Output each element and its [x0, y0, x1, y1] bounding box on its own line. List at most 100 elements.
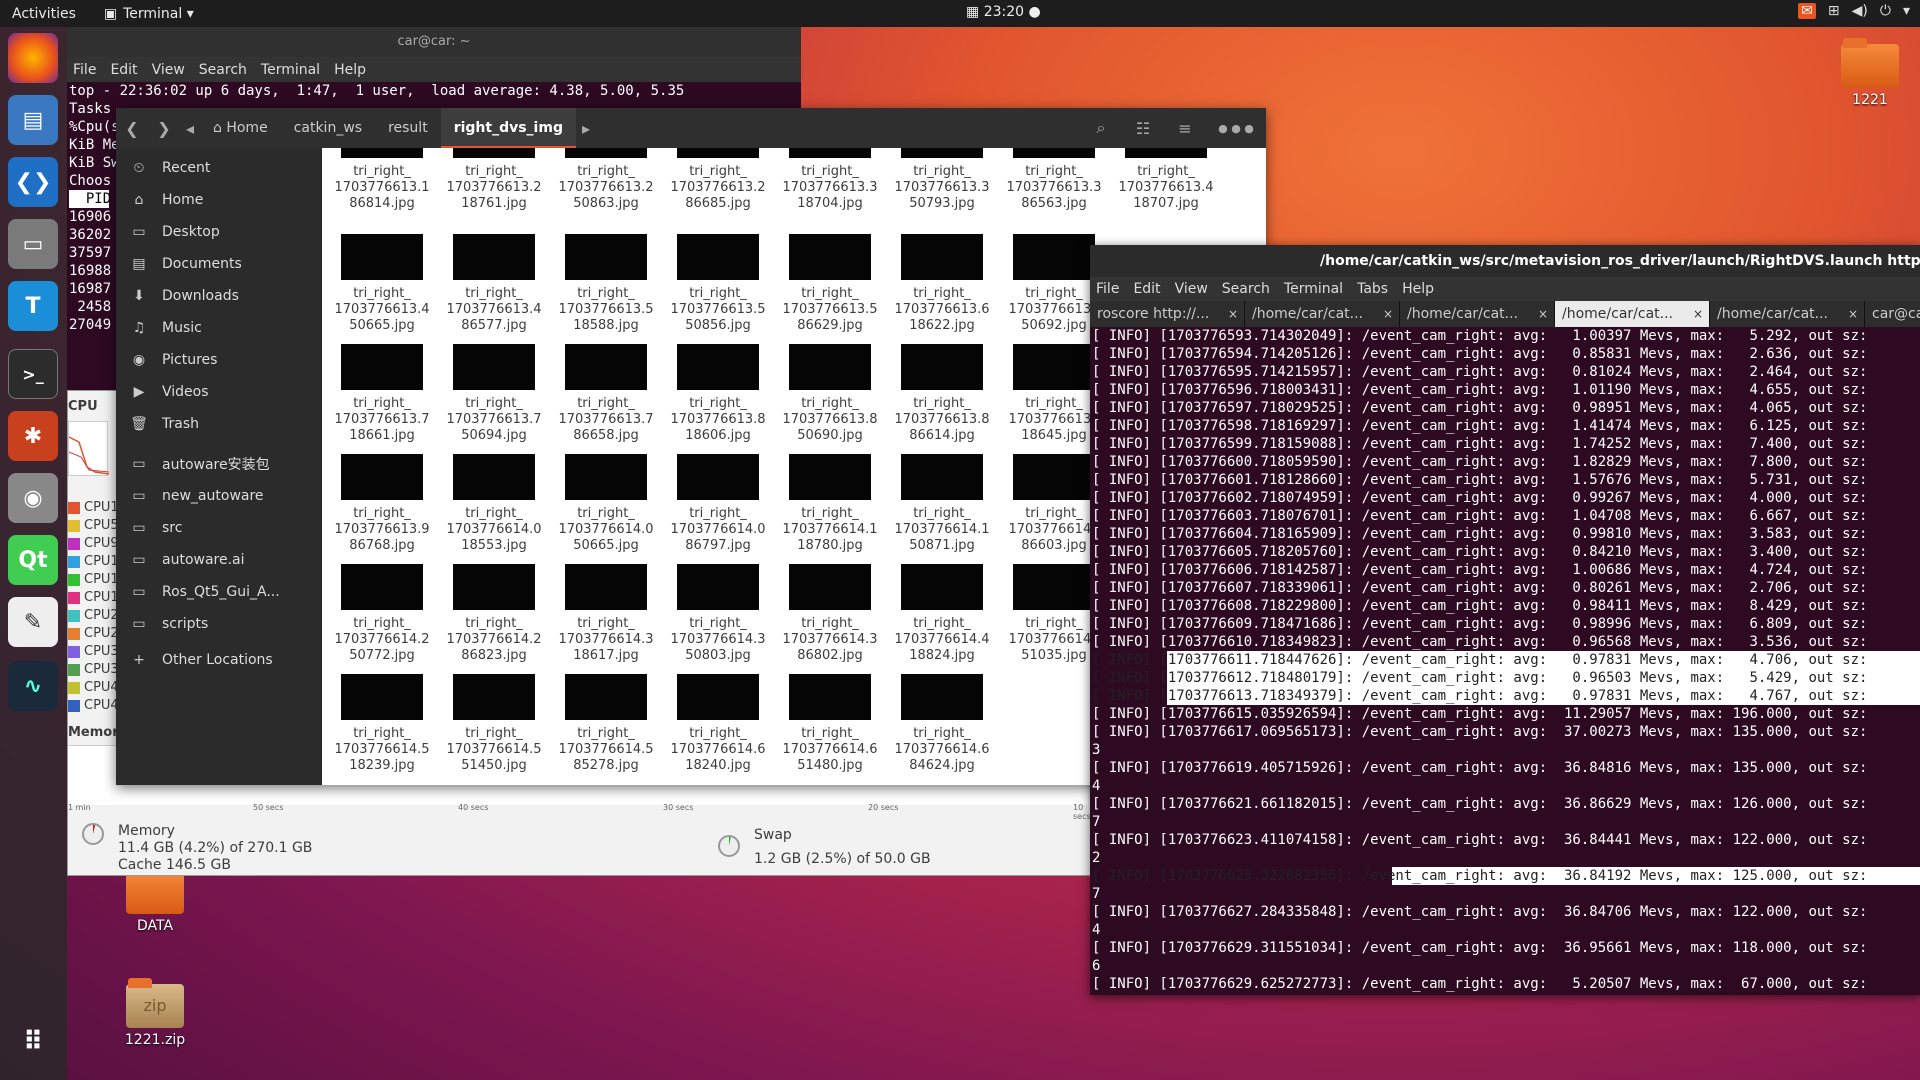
- crumb-result[interactable]: result: [375, 108, 441, 148]
- file-thumbnail[interactable]: tri_right_ 1703776614.5 85278.jpg: [551, 674, 661, 774]
- file-thumbnail[interactable]: tri_right_ 1703776613.2 18761.jpg: [439, 148, 549, 212]
- file-thumbnail[interactable]: tri_right_ 1703776614.0 86797.jpg: [663, 454, 773, 554]
- sidebar-item-documents[interactable]: ▤ Documents: [116, 248, 322, 280]
- network-icon[interactable]: ⊞: [1828, 3, 1840, 19]
- sidebar-item-music[interactable]: ♫ Music: [116, 312, 322, 344]
- crumb-right-arrow[interactable]: ▸: [576, 119, 596, 138]
- sidebar-item-downloads[interactable]: ⬇ Downloads: [116, 280, 322, 312]
- file-thumbnail[interactable]: tri_right_ 1703776613.3 50793.jpg: [887, 148, 997, 212]
- terminal-tab[interactable]: roscore http://... ×: [1090, 301, 1245, 327]
- menu-help[interactable]: Help: [334, 62, 366, 78]
- file-thumbnail[interactable]: tri_right_ 1703776613.9 86768.jpg: [327, 454, 437, 554]
- file-thumbnail[interactable]: tri_right_ 1703776614.2 50772.jpg: [327, 564, 437, 664]
- menu-help[interactable]: Help: [1402, 281, 1434, 297]
- qt-icon[interactable]: Qt: [8, 535, 58, 585]
- window-controls[interactable]: ● ● ●: [1206, 122, 1266, 135]
- terminal-log[interactable]: [ INFO] [1703776593.714302049]: /event_c…: [1090, 327, 1920, 995]
- file-thumbnail[interactable]: tri_right_ 1703776614.3 86802.jpg: [775, 564, 885, 664]
- forward-button[interactable]: ❯: [148, 119, 180, 138]
- terminal-tab[interactable]: /home/car/cat... ×: [1400, 301, 1555, 327]
- sidebar-item-other-locations[interactable]: + Other Locations: [116, 644, 322, 676]
- sidebar-item-desktop[interactable]: ▭ Desktop: [116, 216, 322, 248]
- file-thumbnail[interactable]: tri_right_ 1703776613.7 86658.jpg: [551, 344, 661, 444]
- system-tray[interactable]: ✉ ⊞ ◀) ⏻ ▾: [1798, 3, 1910, 19]
- teamviewer-icon[interactable]: T: [8, 281, 58, 331]
- crumb-home[interactable]: ⌂ Home: [200, 108, 281, 148]
- menu-terminal[interactable]: Terminal: [1284, 281, 1343, 297]
- search-icon[interactable]: ⌕: [1080, 118, 1122, 138]
- sidebar-item-trash[interactable]: 🗑 Trash: [116, 408, 322, 440]
- menu-terminal[interactable]: Terminal: [261, 62, 320, 78]
- file-thumbnail[interactable]: tri_right_ 1703776613.1 86814.jpg: [327, 148, 437, 212]
- file-thumbnail[interactable]: tri_right_ 1703776613.5 50856.jpg: [663, 234, 773, 334]
- desktop-zip-1221[interactable]: zip 1221.zip: [120, 978, 190, 1048]
- writer-icon[interactable]: ▤: [8, 95, 58, 145]
- file-thumbnail[interactable]: tri_right_ 1703776613.8 18606.jpg: [663, 344, 773, 444]
- close-icon[interactable]: ×: [1228, 301, 1238, 327]
- file-thumbnail[interactable]: tri_right_ 1703776613.4 86577.jpg: [439, 234, 549, 334]
- sidebar-item-home[interactable]: ⌂ Home: [116, 184, 322, 216]
- file-thumbnail[interactable]: tri_right_ 1703776613.3 86563.jpg: [999, 148, 1109, 212]
- show-apps-icon[interactable]: ⠿: [8, 1017, 58, 1067]
- sidebar-item-src[interactable]: ▭ src: [116, 512, 322, 544]
- power-icon[interactable]: ⏻: [1880, 3, 1891, 19]
- terminal-dock-icon[interactable]: >_: [8, 349, 58, 399]
- file-thumbnail[interactable]: tri_right_ 1703776614.2 86823.jpg: [439, 564, 549, 664]
- file-thumbnail[interactable]: tri_right_ 1703776614.5 18239.jpg: [327, 674, 437, 774]
- system-monitor-icon[interactable]: ∿: [8, 661, 58, 711]
- menu-search[interactable]: Search: [1222, 281, 1270, 297]
- close-icon[interactable]: ×: [1383, 301, 1393, 327]
- close-icon[interactable]: ×: [1538, 301, 1548, 327]
- back-button[interactable]: ❮: [116, 119, 148, 138]
- menu-edit[interactable]: Edit: [1133, 281, 1160, 297]
- menu-edit[interactable]: Edit: [110, 62, 137, 78]
- file-thumbnail[interactable]: tri_right_ 1703776614.1 50871.jpg: [887, 454, 997, 554]
- menu-file[interactable]: File: [73, 62, 96, 78]
- tray-chevron-icon[interactable]: ▾: [1903, 3, 1910, 19]
- sidebar-item-autoware-ai[interactable]: ▭ autoware.ai: [116, 544, 322, 576]
- file-thumbnail[interactable]: tri_right_ 1703776614.6 51480.jpg: [775, 674, 885, 774]
- sidebar-item-videos[interactable]: ▶ Videos: [116, 376, 322, 408]
- desktop-folder-1221[interactable]: 1221: [1835, 38, 1905, 108]
- sidebar-item-scripts[interactable]: ▭ scripts: [116, 608, 322, 640]
- crumb-catkin-ws[interactable]: catkin_ws: [281, 108, 375, 148]
- sidebar-item-ros-qt5-gui-a-[interactable]: ▭ Ros_Qt5_Gui_A...: [116, 576, 322, 608]
- menu-icon[interactable]: ≡: [1164, 119, 1206, 138]
- file-thumbnail[interactable]: tri_right_ 1703776614.1 18780.jpg: [775, 454, 885, 554]
- terminal-tab[interactable]: /home/car/cat... ×: [1245, 301, 1400, 327]
- terminal-tab[interactable]: /home/car/cat... ×: [1710, 301, 1865, 327]
- file-thumbnail[interactable]: tri_right_ 1703776613.2 50863.jpg: [551, 148, 661, 212]
- file-thumbnail[interactable]: tri_right_ 1703776614.4 18824.jpg: [887, 564, 997, 664]
- volume-icon[interactable]: ◀): [1852, 3, 1868, 19]
- file-thumbnail[interactable]: tri_right_ 1703776614.3 50803.jpg: [663, 564, 773, 664]
- files-icon[interactable]: ▭: [8, 219, 58, 269]
- file-thumbnail[interactable]: tri_right_ 1703776614.5 51450.jpg: [439, 674, 549, 774]
- app-menu[interactable]: ▣ Terminal ▾: [104, 6, 194, 22]
- file-thumbnail[interactable]: tri_right_ 1703776613.7 18661.jpg: [327, 344, 437, 444]
- menu-view[interactable]: View: [1175, 281, 1208, 297]
- camera-icon[interactable]: ◉: [8, 473, 58, 523]
- sidebar-item-new-autoware[interactable]: ▭ new_autoware: [116, 480, 322, 512]
- file-thumbnail[interactable]: tri_right_ 1703776614.6 84624.jpg: [887, 674, 997, 774]
- vscode-icon[interactable]: ❮❯: [8, 157, 58, 207]
- text-editor-icon[interactable]: ✎: [8, 597, 58, 647]
- crumb-left-arrow[interactable]: ◂: [180, 119, 200, 138]
- clock[interactable]: ▦ 23:20 ●: [966, 4, 1041, 20]
- sidebar-item-recent[interactable]: ⏲ Recent: [116, 152, 322, 184]
- menu-view[interactable]: View: [152, 62, 185, 78]
- sidebar-item-autoware-[interactable]: ▭ autoware安装包: [116, 448, 322, 480]
- view-toggle-icon[interactable]: ☷: [1122, 119, 1164, 138]
- close-icon[interactable]: ×: [1693, 301, 1703, 327]
- terminal-tab[interactable]: car@ca: [1865, 301, 1920, 327]
- file-thumbnail[interactable]: tri_right_ 1703776613.5 18588.jpg: [551, 234, 661, 334]
- firefox-icon[interactable]: [8, 33, 58, 83]
- menu-tabs[interactable]: Tabs: [1357, 281, 1388, 297]
- file-thumbnail[interactable]: tri_right_ 1703776613.4 50665.jpg: [327, 234, 437, 334]
- file-thumbnail[interactable]: tri_right_ 1703776613.8 50690.jpg: [775, 344, 885, 444]
- file-thumbnail[interactable]: tri_right_ 1703776613.3 18704.jpg: [775, 148, 885, 212]
- file-thumbnail[interactable]: tri_right_ 1703776614.6 18240.jpg: [663, 674, 773, 774]
- crumb-right-dvs-img[interactable]: right_dvs_img: [440, 108, 576, 148]
- activities-button[interactable]: Activities: [12, 6, 76, 22]
- file-thumbnail[interactable]: tri_right_ 1703776613.4 18707.jpg: [1111, 148, 1221, 212]
- file-thumbnail[interactable]: tri_right_ 1703776614.0 18553.jpg: [439, 454, 549, 554]
